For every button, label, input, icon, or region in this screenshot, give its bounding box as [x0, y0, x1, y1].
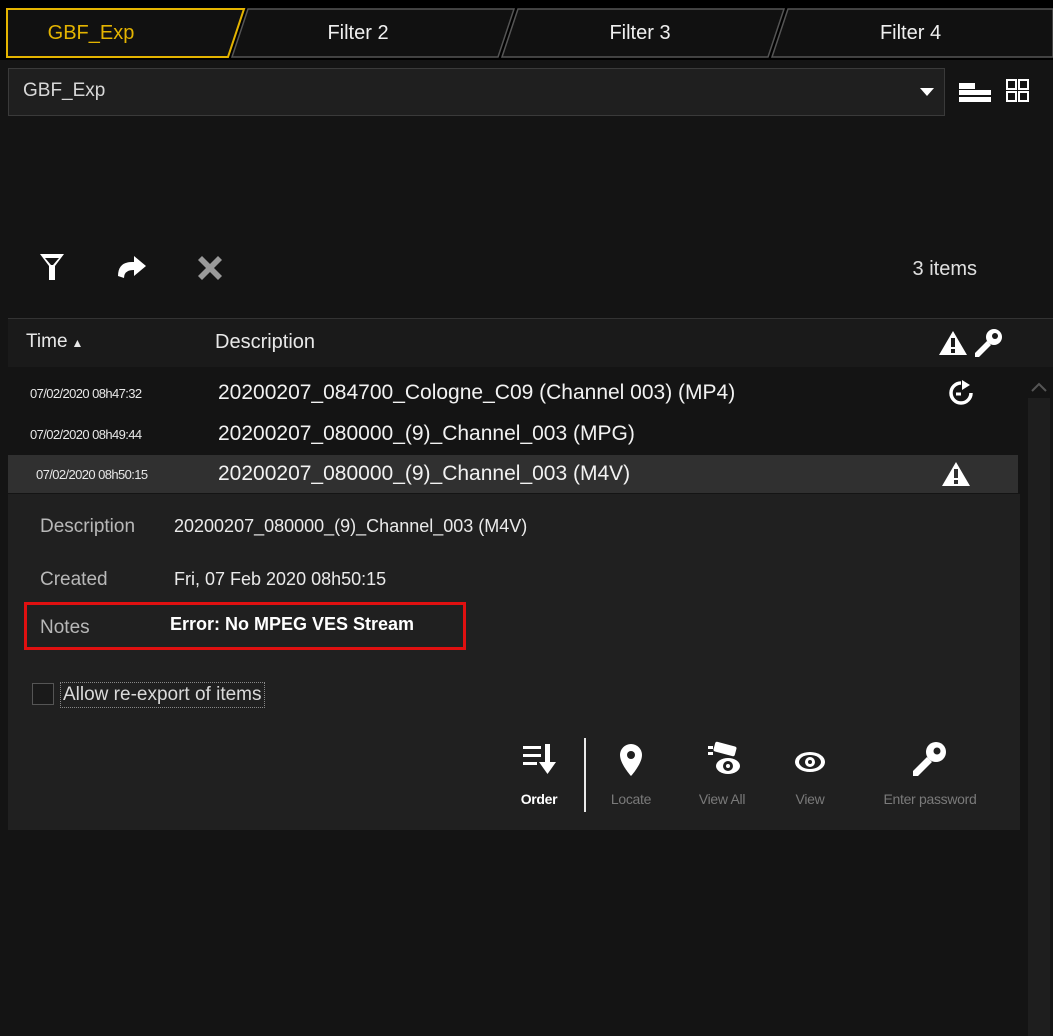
table-row[interactable]: 07/02/2020 08h49:44 20200207_080000_(9)_… — [8, 416, 1018, 452]
export-panel: GBF_Exp Filter 2 Filter 3 Filter 4 GBF_E… — [0, 0, 1053, 1036]
grid-view-icon[interactable] — [1005, 78, 1031, 109]
sort-ascending-icon: ▲ — [71, 336, 84, 350]
order-label: Order — [520, 791, 558, 807]
time-header-label: Time — [26, 331, 68, 352]
tab-gbf-exp[interactable]: GBF_Exp — [6, 8, 246, 58]
tab-filter-2[interactable]: Filter 2 — [226, 8, 516, 58]
column-header: Time ▲ Description — [8, 318, 1053, 367]
created-value: Fri, 07 Feb 2020 08h50:15 — [174, 569, 387, 589]
tab-label: GBF_Exp — [47, 21, 135, 44]
enter-password-label: Enter password — [883, 791, 977, 807]
filter-select-value: GBF_Exp — [23, 80, 106, 101]
view-button[interactable]: View — [765, 740, 855, 807]
description-column-header[interactable]: Description — [215, 331, 315, 354]
view-all-label: View All — [698, 791, 746, 807]
row-time: 07/02/2020 08h49:44 — [30, 426, 142, 442]
time-column-header[interactable]: Time ▲ — [26, 331, 83, 353]
key-column-icon — [972, 327, 1004, 364]
tab-label: Filter 3 — [609, 21, 671, 44]
filter-select[interactable]: GBF_Exp — [8, 68, 945, 116]
key-icon — [866, 740, 994, 787]
notes-label: Notes — [40, 617, 90, 638]
warning-icon — [941, 460, 971, 493]
table-row[interactable]: 07/02/2020 08h47:32 20200207_084700_Colo… — [8, 375, 1018, 411]
view-all-button[interactable]: View All — [677, 740, 767, 807]
created-label: Created — [40, 569, 108, 590]
locate-label: Locate — [610, 791, 652, 807]
clear-icon[interactable] — [194, 252, 226, 289]
list-view-icon[interactable] — [958, 80, 992, 109]
allow-reexport-checkbox[interactable] — [32, 683, 54, 705]
row-description: 20200207_084700_Cologne_C09 (Channel 003… — [218, 381, 736, 404]
redo-icon[interactable] — [114, 254, 150, 287]
filter-tabs: GBF_Exp Filter 2 Filter 3 Filter 4 — [0, 0, 1053, 60]
description-value: 20200207_080000_(9)_Channel_003 (M4V) — [174, 516, 528, 536]
warning-column-icon — [938, 329, 968, 362]
allow-reexport-label[interactable]: Allow re-export of items — [60, 682, 265, 708]
scroll-up-button[interactable] — [1028, 376, 1050, 398]
chevron-down-icon[interactable] — [920, 88, 934, 96]
row-description: 20200207_080000_(9)_Channel_003 (M4V) — [218, 462, 631, 485]
refresh-icon — [948, 380, 974, 411]
enter-password-button[interactable]: Enter password — [866, 740, 994, 807]
order-button[interactable]: Order — [494, 740, 584, 807]
items-count: 3 items — [912, 258, 977, 280]
tab-filter-3[interactable]: Filter 3 — [496, 8, 786, 58]
filter-icon[interactable] — [38, 250, 66, 289]
location-pin-icon — [586, 740, 676, 787]
order-icon — [494, 740, 584, 787]
notes-value: Error: No MPEG VES Stream — [170, 614, 415, 634]
scrollbar[interactable] — [1028, 398, 1050, 1036]
row-time: 07/02/2020 08h50:15 — [36, 466, 148, 482]
eye-icon — [765, 740, 855, 787]
locate-button[interactable]: Locate — [586, 740, 676, 807]
table-row-selected[interactable]: 07/02/2020 08h50:15 20200207_080000_(9)_… — [8, 455, 1018, 493]
camera-view-icon — [677, 740, 767, 787]
description-label: Description — [40, 516, 136, 537]
row-time: 07/02/2020 08h47:32 — [30, 385, 142, 401]
row-description: 20200207_080000_(9)_Channel_003 (MPG) — [218, 422, 635, 445]
tab-filter-4[interactable]: Filter 4 — [766, 8, 1053, 58]
tab-label: Filter 2 — [327, 21, 389, 44]
view-label: View — [795, 791, 825, 807]
tab-label: Filter 4 — [879, 21, 942, 44]
